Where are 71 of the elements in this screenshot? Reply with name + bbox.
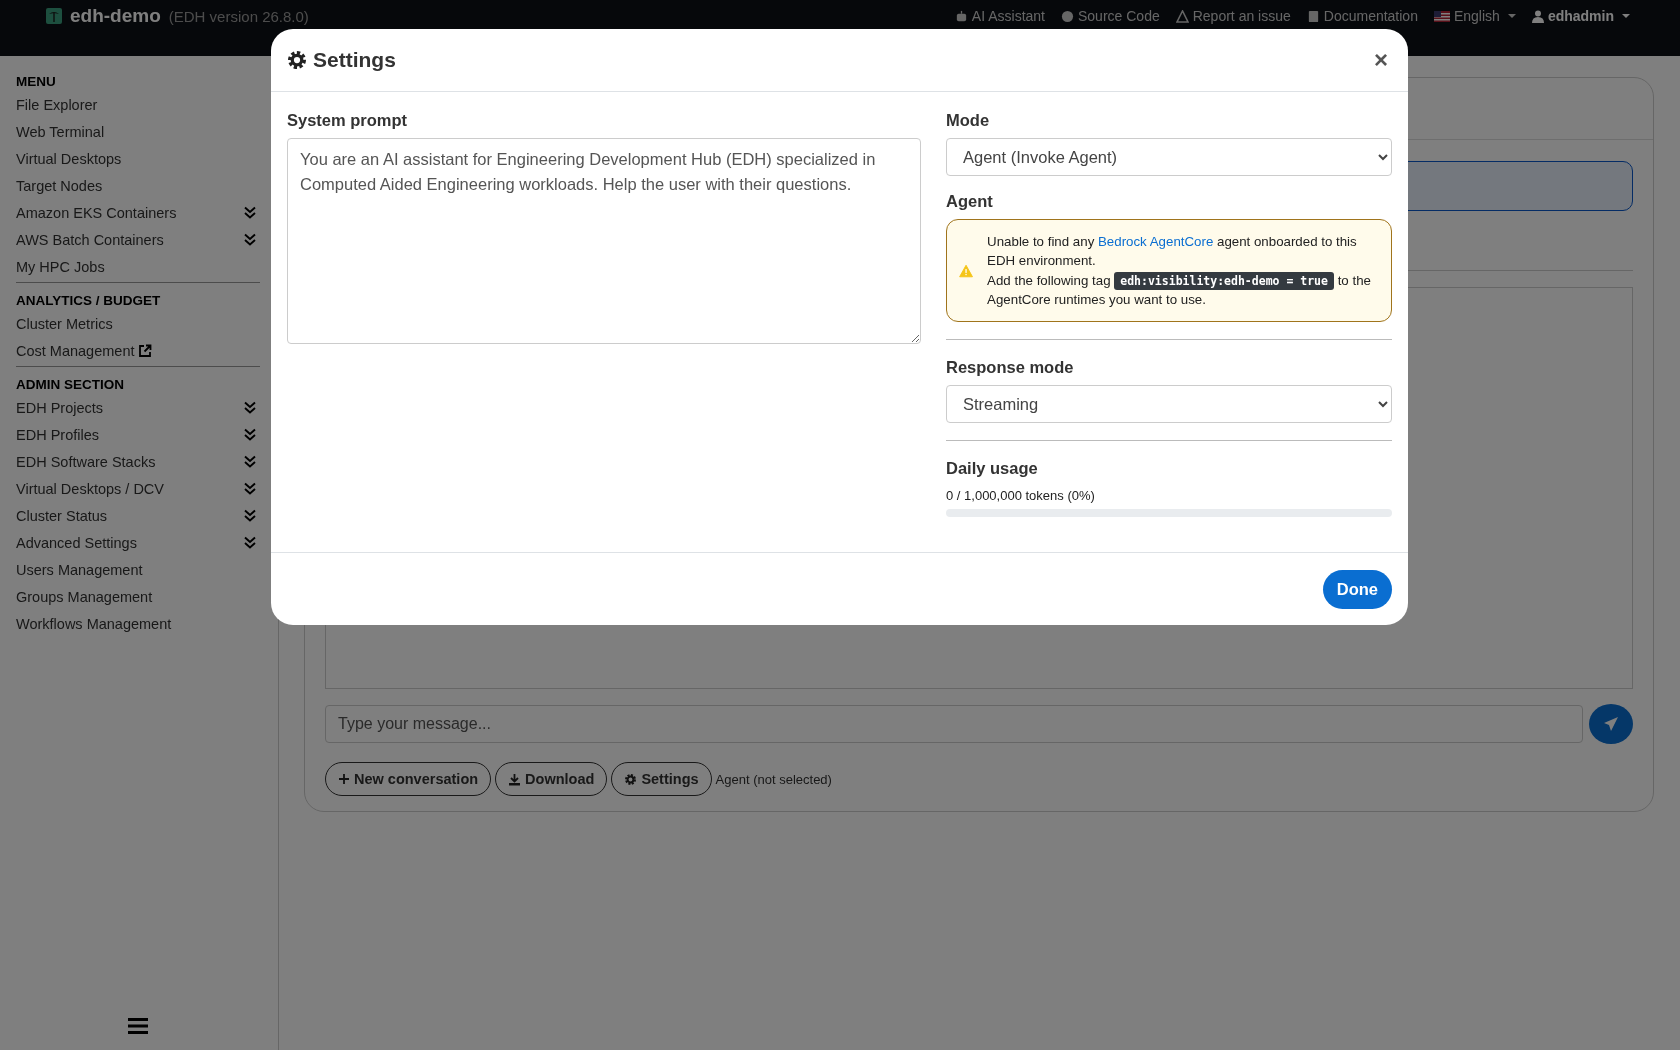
double-chevron-icon[interactable] <box>244 509 256 522</box>
sidebar-item[interactable]: Amazon EKS Containers <box>16 204 177 221</box>
nav-link[interactable]: AI Assistant <box>954 5 1045 27</box>
section-heading: ADMIN SECTION <box>16 377 125 392</box>
external-link-icon <box>138 343 153 358</box>
sidebar-item[interactable]: Cluster Status <box>16 507 108 524</box>
warning-icon <box>1175 9 1189 23</box>
user-icon <box>1531 9 1544 23</box>
system-prompt-field[interactable]: You are an AI assistant for Engineering Development Hub (EDH) specialized in Computed Aided Engineering workloads. Help the user with their questions. <box>287 138 921 344</box>
tag-code: edh:visibility:edh-demo = true <box>1114 271 1334 290</box>
double-chevron-icon[interactable] <box>244 233 256 246</box>
warning-message: Unable to find any Bedrock AgentCore agent onboarded to this EDH environment. Add the following tag edh:visibility:edh-demo = true to the AgentCore runtimes you want to use. <box>987 233 1372 309</box>
send-icon <box>1603 716 1619 732</box>
usage-reading: 0 / 1,000,000 tokens (0%) <box>946 488 1096 504</box>
double-chevron-icon[interactable] <box>244 206 256 219</box>
sidebar-item[interactable]: EDH Profiles <box>16 426 99 443</box>
sidebar-item[interactable]: Advanced Settings <box>16 534 137 551</box>
user-dropdown[interactable]: edhadmin <box>1531 5 1630 27</box>
mode-select[interactable]: Agent (Invoke Agent) <box>946 138 1392 176</box>
section-heading: ANALYTICS / BUDGET <box>16 293 162 308</box>
sidebar-item[interactable]: EDH Projects <box>16 399 104 416</box>
message-input[interactable]: Type your message... <box>325 705 1583 743</box>
field-label: Response mode <box>946 358 1075 378</box>
field-label: Agent <box>946 192 994 211</box>
sidebar-item[interactable]: Groups Management <box>16 588 153 605</box>
close-button[interactable]: × <box>1370 46 1392 74</box>
field-label: Mode <box>946 111 991 130</box>
flag-icon <box>1433 10 1450 22</box>
sidebar-item[interactable]: Web Terminal <box>16 123 105 140</box>
circle-icon <box>1061 9 1074 23</box>
sidebar-item[interactable]: Workflows Management <box>16 615 172 632</box>
section-heading: MENU <box>16 74 57 89</box>
plus-icon <box>338 773 350 785</box>
sidebar-item[interactable]: Cost Management <box>16 342 135 359</box>
sidebar-item[interactable]: Virtual Desktops <box>16 150 122 167</box>
chat-action-button[interactable]: Settings <box>611 762 712 796</box>
agent-status: Agent (not selected) <box>715 771 832 787</box>
send-button[interactable] <box>1589 704 1633 744</box>
brand-name[interactable]: edh-demo <box>70 5 161 27</box>
double-chevron-icon[interactable] <box>244 455 256 468</box>
logo-icon <box>46 8 62 24</box>
sidebar-item[interactable]: Cluster Metrics <box>16 315 113 332</box>
sidebar-item[interactable]: AWS Batch Containers <box>16 231 164 248</box>
sidebar-item[interactable]: Virtual Desktops / DCV <box>16 480 164 497</box>
download-icon <box>508 772 522 786</box>
response-mode-select[interactable]: Streaming <box>946 385 1392 424</box>
version-label: (EDH version 26.8.0) <box>168 7 309 25</box>
nav-link[interactable]: Source Code <box>1061 5 1160 27</box>
chat-action-button[interactable]: Download <box>495 762 608 796</box>
field-label: System prompt <box>287 111 409 130</box>
field-label: Daily usage <box>946 459 1039 479</box>
nav-link[interactable]: Report an issue <box>1175 5 1291 27</box>
sidebar-item[interactable]: Target Nodes <box>16 177 103 194</box>
language-dropdown[interactable]: English <box>1433 5 1516 27</box>
settings-icon <box>624 772 638 786</box>
menu-icon[interactable] <box>128 1018 148 1034</box>
double-chevron-icon[interactable] <box>244 536 256 549</box>
sidebar-item[interactable]: EDH Software Stacks <box>16 453 156 470</box>
double-chevron-icon[interactable] <box>244 482 256 495</box>
settings-icon <box>287 50 307 70</box>
bedrock-agentcore-link[interactable]: Bedrock AgentCore <box>1098 234 1214 249</box>
robot-icon <box>954 9 968 23</box>
double-chevron-icon[interactable] <box>244 401 256 414</box>
sidebar-item[interactable]: Users Management <box>16 561 143 578</box>
sidebar-item[interactable]: File Explorer <box>16 96 98 113</box>
double-chevron-icon[interactable] <box>244 428 256 441</box>
chat-action-button[interactable]: New conversation <box>325 762 492 796</box>
nav-link[interactable]: Documentation <box>1306 5 1418 27</box>
done-button[interactable]: Done <box>1322 569 1392 609</box>
dialog-title: Settings <box>313 48 396 72</box>
sidebar-item[interactable]: My HPC Jobs <box>16 258 105 275</box>
